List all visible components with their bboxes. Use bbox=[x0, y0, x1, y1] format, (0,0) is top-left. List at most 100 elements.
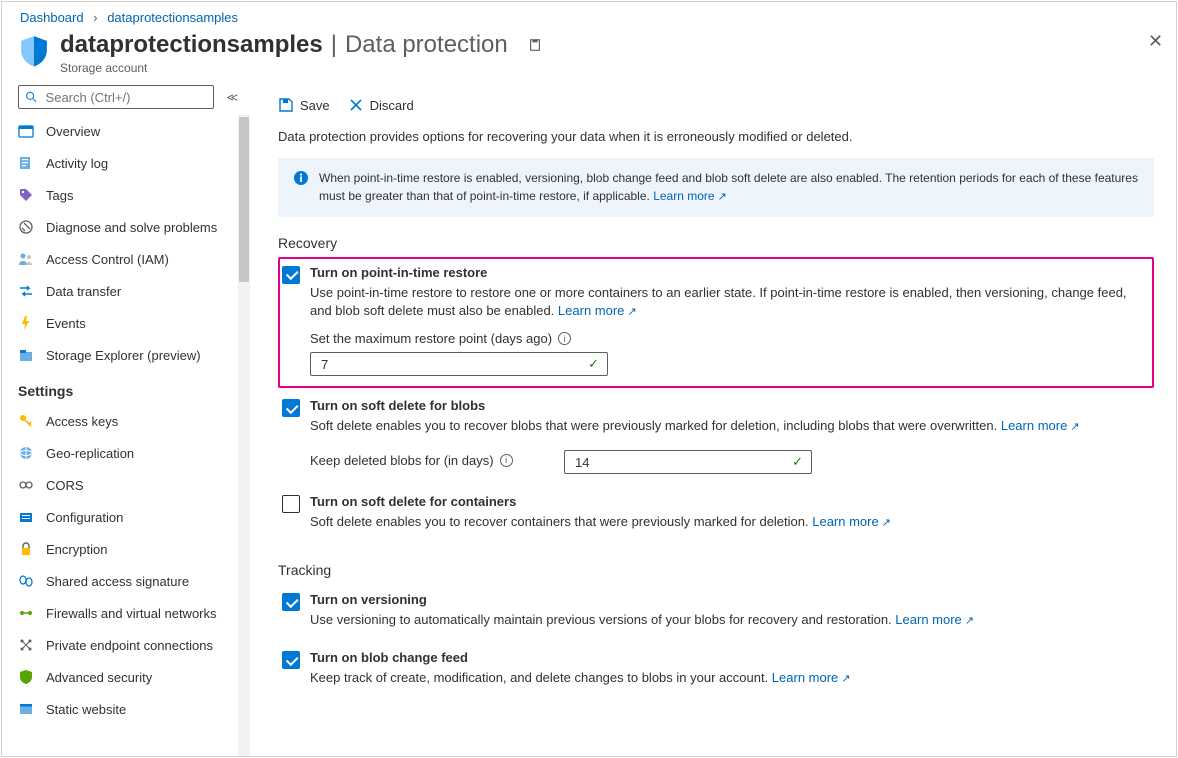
save-icon bbox=[278, 97, 294, 113]
soft-delete-blobs-info-icon[interactable]: i bbox=[500, 454, 513, 467]
check-icon: ✓ bbox=[792, 454, 803, 470]
close-icon[interactable]: ✕ bbox=[1142, 31, 1158, 47]
configuration-icon bbox=[18, 509, 34, 525]
search-input[interactable] bbox=[44, 89, 208, 106]
sidebar-item-storage-explorer[interactable]: Storage Explorer (preview) bbox=[2, 339, 250, 371]
data-transfer-icon bbox=[18, 283, 34, 299]
sidebar-item-access-control[interactable]: Access Control (IAM) bbox=[2, 243, 250, 275]
sidebar-item-data-transfer[interactable]: Data transfer bbox=[2, 275, 250, 307]
shared-access-signature-icon bbox=[18, 573, 34, 589]
sidebar-item-access-keys[interactable]: Access keys bbox=[2, 405, 250, 437]
overview-icon bbox=[18, 123, 34, 139]
sidebar-item-label: Firewalls and virtual networks bbox=[46, 606, 217, 621]
pitr-field-info-icon[interactable]: i bbox=[558, 332, 571, 345]
blade-header: dataprotectionsamples | Data protection … bbox=[2, 29, 1176, 85]
command-bar: Save Discard bbox=[278, 85, 1154, 125]
sidebar-section-settings: Settings bbox=[2, 371, 250, 405]
sidebar-item-geo-replication[interactable]: Geo-replication bbox=[2, 437, 250, 469]
sidebar-item-label: Diagnose and solve problems bbox=[46, 220, 217, 235]
change-feed-desc: Keep track of create, modification, and … bbox=[310, 670, 768, 685]
change-feed-title: Turn on blob change feed bbox=[310, 650, 1144, 665]
save-button[interactable]: Save bbox=[278, 97, 330, 113]
soft-delete-blobs-title: Turn on soft delete for blobs bbox=[310, 398, 1144, 413]
scrollbar-track[interactable] bbox=[238, 115, 250, 756]
discard-button[interactable]: Discard bbox=[348, 97, 414, 113]
sidebar-item-label: Tags bbox=[46, 188, 73, 203]
sidebar-item-tags[interactable]: Tags bbox=[2, 179, 250, 211]
pin-icon[interactable] bbox=[528, 31, 542, 59]
sidebar-item-activity-log[interactable]: Activity log bbox=[2, 147, 250, 179]
pitr-learn-more-link[interactable]: Learn more bbox=[558, 303, 637, 318]
sidebar-item-events[interactable]: Events bbox=[2, 307, 250, 339]
info-bar: When point-in-time restore is enabled, v… bbox=[278, 158, 1154, 217]
sidebar: ≪ OverviewActivity log Tags Diagnose and s… bbox=[2, 85, 250, 756]
search-box[interactable] bbox=[18, 85, 214, 109]
pitr-days-input-wrap[interactable]: ✓ bbox=[310, 352, 608, 376]
nav: OverviewActivity log Tags Diagnose and sol… bbox=[2, 115, 250, 756]
advanced-security-icon bbox=[18, 669, 34, 685]
recovery-section-title: Recovery bbox=[278, 235, 1154, 251]
versioning-desc: Use versioning to automatically maintain… bbox=[310, 612, 892, 627]
main-pane: Save Discard Data protection provides op… bbox=[250, 85, 1176, 756]
collapse-chevron-icon[interactable]: ≪ bbox=[222, 87, 242, 108]
sidebar-item-diagnose[interactable]: Diagnose and solve problems bbox=[2, 211, 250, 243]
private-endpoint-icon bbox=[18, 637, 34, 653]
sidebar-item-firewalls[interactable]: Firewalls and virtual networks bbox=[2, 597, 250, 629]
sidebar-item-advanced-security[interactable]: Advanced security bbox=[2, 661, 250, 693]
soft-delete-blobs-days-input-wrap[interactable]: ✓ bbox=[564, 450, 812, 474]
geo-replication-icon bbox=[18, 445, 34, 461]
resource-name: dataprotectionsamples bbox=[60, 31, 323, 59]
sidebar-item-configuration[interactable]: Configuration bbox=[2, 501, 250, 533]
breadcrumb: Dashboard › dataprotectionsamples bbox=[2, 2, 1176, 29]
discard-icon bbox=[348, 97, 364, 113]
soft-delete-containers-checkbox[interactable] bbox=[282, 495, 300, 513]
pitr-title: Turn on point-in-time restore bbox=[310, 265, 1144, 280]
cors-icon bbox=[18, 477, 34, 493]
breadcrumb-root[interactable]: Dashboard bbox=[20, 10, 84, 25]
intro-text: Data protection provides options for rec… bbox=[278, 129, 1154, 144]
pitr-desc: Use point-in-time restore to restore one… bbox=[310, 285, 1127, 319]
scrollbar-thumb[interactable] bbox=[239, 117, 249, 282]
soft-delete-containers-desc: Soft delete enables you to recover conta… bbox=[310, 514, 809, 529]
sidebar-item-static-website[interactable]: Static website bbox=[2, 693, 250, 725]
storage-explorer-icon bbox=[18, 347, 34, 363]
pitr-days-input[interactable] bbox=[319, 356, 588, 373]
soft-delete-blobs-checkbox[interactable] bbox=[282, 399, 300, 417]
search-icon bbox=[25, 90, 38, 104]
shield-icon bbox=[20, 35, 48, 69]
sidebar-item-label: Configuration bbox=[46, 510, 123, 525]
versioning-block: Turn on versioning Use versioning to aut… bbox=[278, 584, 1154, 640]
soft-delete-blobs-field-label: Keep deleted blobs for (in days) bbox=[310, 453, 494, 468]
sidebar-item-shared-access-signature[interactable]: Shared access signature bbox=[2, 565, 250, 597]
change-feed-checkbox[interactable] bbox=[282, 651, 300, 669]
versioning-learn-more-link[interactable]: Learn more bbox=[895, 612, 974, 627]
sidebar-item-encryption[interactable]: Encryption bbox=[2, 533, 250, 565]
versioning-checkbox[interactable] bbox=[282, 593, 300, 611]
sidebar-item-label: Advanced security bbox=[46, 670, 152, 685]
pitr-checkbox[interactable] bbox=[282, 266, 300, 284]
sidebar-item-label: Static website bbox=[46, 702, 126, 717]
pitr-field-label: Set the maximum restore point (days ago) bbox=[310, 331, 552, 346]
soft-delete-containers-block: Turn on soft delete for containers Soft … bbox=[278, 486, 1154, 542]
soft-delete-blobs-days-input[interactable] bbox=[573, 454, 792, 471]
soft-delete-blobs-desc: Soft delete enables you to recover blobs… bbox=[310, 418, 997, 433]
check-icon: ✓ bbox=[588, 356, 599, 372]
access-keys-icon bbox=[18, 413, 34, 429]
sidebar-item-label: Events bbox=[46, 316, 86, 331]
sidebar-item-label: CORS bbox=[46, 478, 84, 493]
sidebar-item-label: Access keys bbox=[46, 414, 118, 429]
pitr-block: Turn on point-in-time restore Use point-… bbox=[278, 257, 1154, 389]
soft-delete-containers-title: Turn on soft delete for containers bbox=[310, 494, 1144, 509]
info-learn-more-link[interactable]: Learn more bbox=[653, 189, 727, 203]
sidebar-item-cors[interactable]: CORS bbox=[2, 469, 250, 501]
title-separator: | bbox=[331, 31, 337, 59]
soft-delete-blobs-learn-more-link[interactable]: Learn more bbox=[1001, 418, 1080, 433]
breadcrumb-current[interactable]: dataprotectionsamples bbox=[107, 10, 238, 25]
sidebar-item-private-endpoint[interactable]: Private endpoint connections bbox=[2, 629, 250, 661]
change-feed-learn-more-link[interactable]: Learn more bbox=[772, 670, 851, 685]
versioning-title: Turn on versioning bbox=[310, 592, 1144, 607]
soft-delete-containers-learn-more-link[interactable]: Learn more bbox=[812, 514, 891, 529]
soft-delete-blobs-block: Turn on soft delete for blobs Soft delet… bbox=[278, 390, 1154, 484]
sidebar-item-overview[interactable]: Overview bbox=[2, 115, 250, 147]
breadcrumb-separator: › bbox=[93, 10, 97, 25]
